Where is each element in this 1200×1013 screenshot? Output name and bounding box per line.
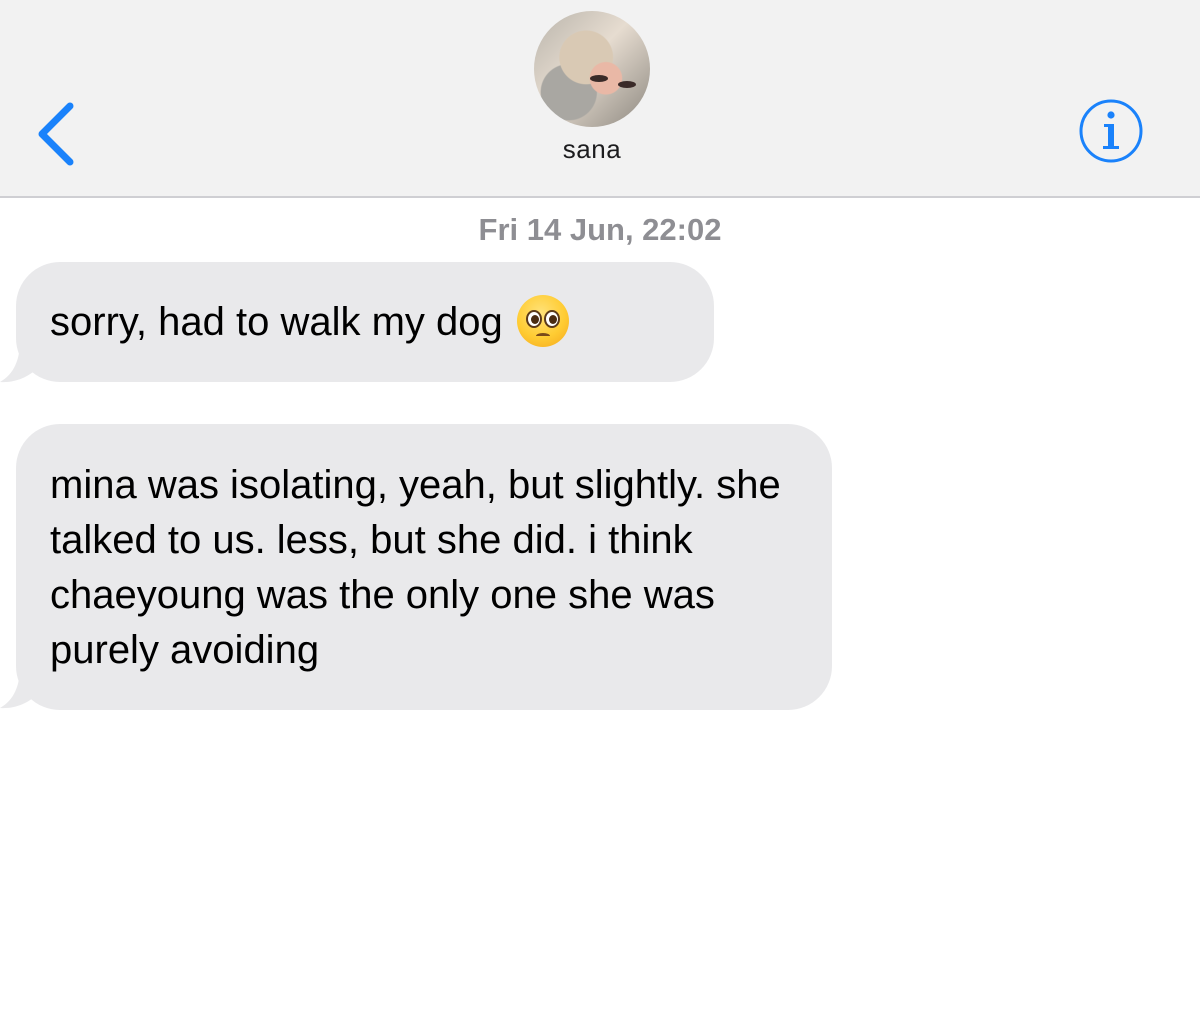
message-text: sorry, had to walk my dog xyxy=(50,300,503,344)
emoji-eye xyxy=(525,310,542,328)
conversation-header: sana xyxy=(0,0,1200,198)
bubble-tail xyxy=(0,666,40,709)
bubble-tail xyxy=(0,340,40,383)
emoji-eye xyxy=(543,310,560,328)
message-bubble-incoming[interactable]: mina was isolating, yeah, but slightly. … xyxy=(16,424,832,710)
message-text: mina was isolating, yeah, but slightly. … xyxy=(50,463,781,672)
info-icon xyxy=(1079,99,1143,163)
avatar-eye xyxy=(590,75,608,82)
contact-avatar[interactable] xyxy=(534,11,650,127)
message-timestamp: Fri 14 Jun, 22:02 xyxy=(478,212,722,247)
avatar-eye xyxy=(618,81,636,88)
emoji-mouth xyxy=(535,333,550,339)
pleading-face-emoji xyxy=(516,295,569,347)
message-bubble-incoming[interactable]: sorry, had to walk my dog xyxy=(16,262,714,382)
info-button[interactable] xyxy=(1078,98,1144,164)
contact-name[interactable]: sana xyxy=(0,134,1184,165)
